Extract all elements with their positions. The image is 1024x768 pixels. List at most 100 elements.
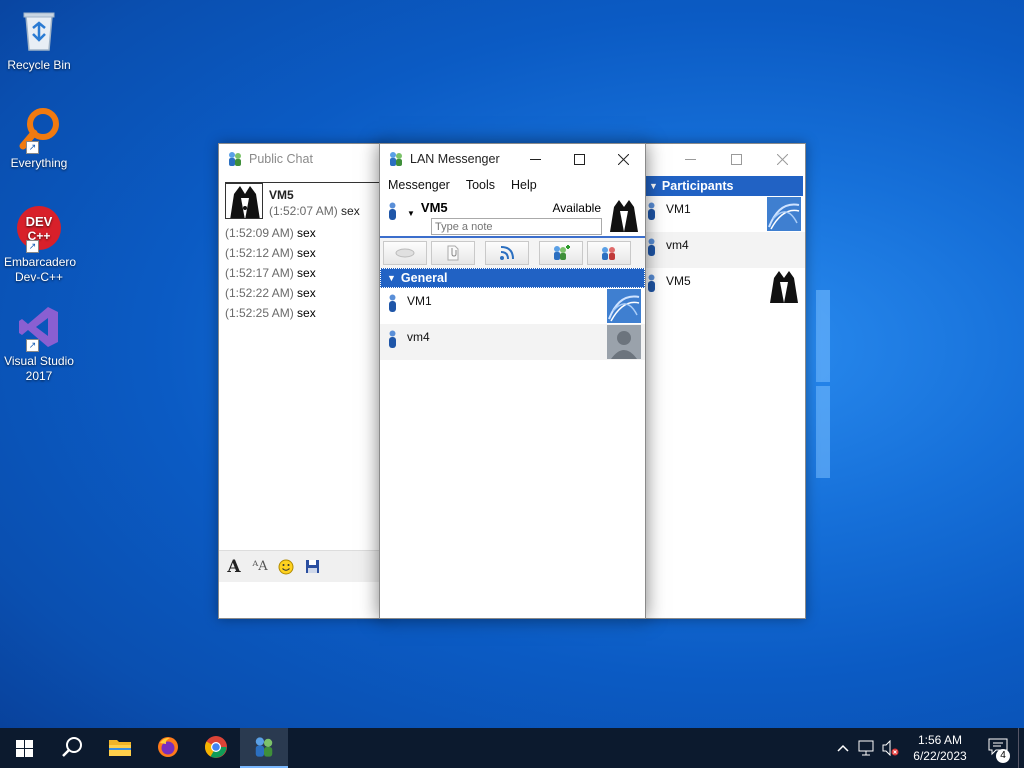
- contact-item[interactable]: vm4: [380, 324, 645, 360]
- chat-message: (1:52:17 AM) sex: [219, 263, 387, 283]
- participant-name: VM5: [666, 274, 691, 288]
- chat-text: sex: [341, 204, 360, 218]
- desktop-icon-recycle-bin[interactable]: Recycle Bin: [2, 8, 76, 73]
- smiley-icon[interactable]: [275, 556, 297, 578]
- taskbar: 1:56 AM 6/22/2023 4: [0, 728, 1024, 768]
- close-button[interactable]: [601, 144, 645, 174]
- chat-button[interactable]: [383, 241, 427, 265]
- collapse-arrow-icon: ▼: [649, 181, 658, 191]
- chrome-icon: [204, 735, 228, 762]
- action-center-button[interactable]: 4: [978, 738, 1018, 763]
- window-title: LAN Messenger: [410, 152, 500, 166]
- search-icon: [61, 736, 83, 761]
- desktop-icon-label: Visual Studio 2017: [4, 354, 74, 383]
- send-file-button[interactable]: [431, 241, 475, 265]
- desktop-icon-everything[interactable]: ↗ Everything: [2, 106, 76, 171]
- participant-avatar: [767, 269, 801, 303]
- everything-search-icon: ↗: [16, 106, 62, 154]
- user-status-icon[interactable]: [388, 202, 397, 222]
- chat-timestamp: (1:52:17 AM): [225, 266, 294, 280]
- chat-text: sex: [297, 306, 316, 320]
- participant-item[interactable]: VM1: [641, 196, 805, 232]
- lan-messenger-app-icon: [253, 736, 275, 761]
- participants-header-label: Participants: [661, 179, 734, 193]
- note-input[interactable]: [431, 218, 602, 235]
- user-status-text: Available: [552, 201, 601, 215]
- maximize-button[interactable]: [713, 144, 759, 174]
- lan-messenger-window[interactable]: LAN Messenger Messenger Tools Help ▼ VM5…: [379, 143, 646, 619]
- chat-timestamp: (1:52:12 AM): [225, 246, 294, 260]
- show-desktop-button[interactable]: [1018, 728, 1024, 768]
- participant-name: VM1: [666, 202, 691, 216]
- recycle-bin-icon: [16, 8, 62, 54]
- file-explorer-button[interactable]: [96, 728, 144, 768]
- public-chat-window[interactable]: Public Chat VM5 (1:52:07 AM) sex (1:52:0…: [218, 143, 388, 619]
- devcpp-icon: DEV C++ ↗: [16, 205, 62, 253]
- contact-avatar: [607, 289, 641, 323]
- chrome-button[interactable]: [192, 728, 240, 768]
- collapse-arrow-icon: ▼: [387, 273, 396, 283]
- minimize-button[interactable]: [513, 144, 557, 174]
- chat-timestamp: (1:52:09 AM): [225, 226, 294, 240]
- maximize-button[interactable]: [557, 144, 601, 174]
- shortcut-arrow-icon: ↗: [26, 339, 39, 352]
- firefox-button[interactable]: [144, 728, 192, 768]
- svg-text:DEV: DEV: [26, 214, 53, 229]
- search-button[interactable]: [48, 728, 96, 768]
- folder-icon: [108, 737, 132, 760]
- lan-messenger-taskbar-button[interactable]: [240, 728, 288, 768]
- participant-item[interactable]: VM5: [641, 268, 805, 304]
- user-status-icon: [388, 294, 397, 314]
- chat-sender-name: VM5: [269, 188, 294, 202]
- close-button[interactable]: [759, 144, 805, 174]
- status-dropdown-icon[interactable]: ▼: [407, 209, 415, 236]
- chat-message: (1:52:09 AM) sex: [219, 223, 387, 243]
- desktop-icon-label: Embarcadero Dev-C++: [4, 255, 77, 284]
- avatar: [225, 183, 263, 219]
- contact-avatar: [607, 325, 641, 359]
- save-icon[interactable]: [301, 556, 323, 578]
- chat-message: (1:52:07 AM) sex: [269, 203, 360, 221]
- user-avatar[interactable]: [607, 198, 641, 232]
- participants-titlebar[interactable]: [641, 144, 805, 174]
- chat-timestamp: (1:52:07 AM): [269, 204, 338, 218]
- public-chat-titlebar[interactable]: Public Chat: [219, 144, 387, 174]
- participants-header[interactable]: ▼ Participants: [645, 176, 803, 196]
- chat-text: sex: [297, 286, 316, 300]
- chat-timestamp: (1:52:25 AM): [225, 306, 294, 320]
- network-icon[interactable]: [854, 740, 878, 756]
- contact-name: VM1: [407, 294, 432, 308]
- lan-messenger-titlebar[interactable]: LAN Messenger: [380, 144, 645, 174]
- participants-window[interactable]: ▼ Participants VM1 vm4 VM5: [640, 143, 806, 619]
- user-status-icon: [388, 330, 397, 350]
- start-button[interactable]: [0, 728, 48, 768]
- font-icon[interactable]: A: [223, 556, 245, 578]
- font-color-icon[interactable]: ᴬA: [249, 556, 271, 578]
- clock[interactable]: 1:56 AM 6/22/2023: [902, 732, 978, 764]
- show-hidden-icons-chevron-icon[interactable]: [832, 744, 854, 752]
- user-status-icon: [647, 202, 656, 222]
- firefox-icon: [156, 735, 180, 762]
- participant-avatar: [767, 197, 801, 231]
- volume-muted-icon[interactable]: [878, 740, 902, 756]
- chat-message: (1:52:12 AM) sex: [219, 243, 387, 263]
- group-header-general[interactable]: ▼ General: [380, 268, 645, 288]
- broadcast-button[interactable]: [485, 241, 529, 265]
- minimize-button[interactable]: [667, 144, 713, 174]
- chat-text: sex: [297, 266, 316, 280]
- system-tray: 1:56 AM 6/22/2023 4: [832, 728, 1024, 768]
- menu-tools[interactable]: Tools: [466, 178, 495, 192]
- public-chat-button[interactable]: [539, 241, 583, 265]
- public-chat-title: Public Chat: [249, 152, 313, 166]
- desktop-icon-visual-studio[interactable]: ↗ Visual Studio 2017: [2, 304, 76, 384]
- visual-studio-icon: ↗: [16, 304, 62, 352]
- group-chat-button[interactable]: [587, 241, 631, 265]
- desktop-icon-devcpp[interactable]: DEV C++ ↗ Embarcadero Dev-C++: [2, 205, 76, 285]
- contact-item[interactable]: VM1: [380, 288, 645, 324]
- menu-help[interactable]: Help: [511, 178, 537, 192]
- chat-text: sex: [297, 226, 316, 240]
- menu-messenger[interactable]: Messenger: [388, 178, 450, 192]
- notification-count-badge: 4: [996, 748, 1010, 763]
- participant-name: vm4: [666, 238, 689, 252]
- participant-item[interactable]: vm4: [641, 232, 805, 268]
